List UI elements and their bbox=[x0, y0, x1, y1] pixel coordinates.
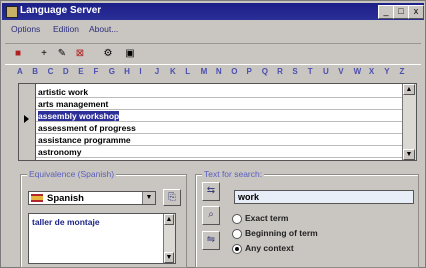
letter-e[interactable]: E bbox=[78, 67, 83, 76]
app-icon bbox=[6, 6, 18, 18]
list-item[interactable]: arts management bbox=[36, 99, 404, 110]
spain-flag-icon bbox=[31, 194, 43, 202]
search-input-value: work bbox=[238, 192, 260, 202]
letter-p[interactable]: P bbox=[247, 67, 252, 76]
delete-icon[interactable]: ⊠ bbox=[73, 47, 87, 61]
radio-indicator bbox=[232, 214, 242, 224]
current-row-pointer-icon bbox=[24, 115, 29, 123]
letter-s[interactable]: S bbox=[292, 67, 297, 76]
list-item-selected[interactable]: assembly workshop bbox=[36, 111, 404, 122]
list-item[interactable]: artistic work bbox=[36, 87, 404, 98]
list-scrollbar[interactable]: ▲ ▼ bbox=[402, 84, 416, 160]
letter-v[interactable]: V bbox=[338, 67, 343, 76]
radio-indicator bbox=[232, 229, 242, 239]
letter-w[interactable]: W bbox=[354, 67, 362, 76]
new-icon[interactable]: + bbox=[37, 47, 51, 61]
letter-t[interactable]: T bbox=[308, 67, 313, 76]
equivalence-group: Equivalence (Spanish) Spanish ▼ ⎘ taller… bbox=[20, 169, 187, 268]
scroll-down-icon[interactable]: ▼ bbox=[403, 149, 415, 160]
radio-indicator bbox=[232, 244, 242, 254]
menu-about[interactable]: About... bbox=[89, 24, 118, 34]
minimize-button[interactable]: _ bbox=[378, 5, 394, 19]
list-item[interactable]: assessment of progress bbox=[36, 123, 404, 134]
letter-d[interactable]: D bbox=[63, 67, 69, 76]
edit-icon[interactable]: ✎ bbox=[55, 47, 69, 61]
search-group: Text for search: ⇆ ⌕ ⇋ work Exact term B… bbox=[195, 169, 419, 268]
letter-h[interactable]: H bbox=[124, 67, 130, 76]
search-label: Text for search: bbox=[202, 169, 265, 179]
scroll-up-icon[interactable]: ▲ bbox=[164, 214, 174, 225]
letter-l[interactable]: L bbox=[185, 67, 190, 76]
list-item[interactable]: assistance programme bbox=[36, 135, 404, 146]
language-server-window: Language Server _ □ x Options Edition Ab… bbox=[0, 0, 426, 268]
language-value: Spanish bbox=[47, 193, 84, 204]
copy-button[interactable]: ⎘ bbox=[163, 189, 181, 206]
exit-icon[interactable]: ■ bbox=[11, 47, 25, 61]
alphabet-bar: AB CDE F GHI J KL MNO P QRS T UV WX Y Z bbox=[17, 67, 417, 79]
terms-list[interactable]: artistic work arts management assembly w… bbox=[18, 83, 417, 161]
letter-f[interactable]: F bbox=[94, 67, 99, 76]
window-icon[interactable]: ▣ bbox=[123, 47, 137, 61]
letter-x[interactable]: X bbox=[369, 67, 374, 76]
row-selector-gutter bbox=[19, 84, 36, 160]
letter-q[interactable]: Q bbox=[262, 67, 268, 76]
letter-i[interactable]: I bbox=[139, 67, 141, 76]
letter-j[interactable]: J bbox=[155, 67, 159, 76]
swap-button[interactable]: ⇋ bbox=[202, 231, 220, 250]
translation-text: taller de montaje bbox=[32, 217, 100, 227]
letter-m[interactable]: M bbox=[201, 67, 208, 76]
search-input[interactable]: work bbox=[234, 190, 414, 204]
equivalence-label: Equivalence (Spanish) bbox=[27, 169, 117, 179]
scroll-down-icon[interactable]: ▼ bbox=[164, 252, 174, 263]
chevron-down-icon[interactable]: ▼ bbox=[142, 192, 155, 204]
radio-exact-term[interactable]: Exact term bbox=[232, 213, 382, 225]
toolbar: ■ + ✎ ⊠ ⚙ ▣ bbox=[5, 43, 421, 65]
letter-c[interactable]: C bbox=[48, 67, 54, 76]
tools-icon[interactable]: ⚙ bbox=[101, 47, 115, 61]
radio-beginning-of-term[interactable]: Beginning of term bbox=[232, 228, 382, 240]
menu-edition[interactable]: Edition bbox=[53, 24, 79, 34]
menu-options[interactable]: Options bbox=[11, 24, 40, 34]
radio-label: Exact term bbox=[245, 213, 289, 223]
radio-label: Beginning of term bbox=[245, 228, 318, 238]
letter-r[interactable]: R bbox=[277, 67, 283, 76]
title-bar[interactable]: Language Server _ □ x bbox=[2, 3, 424, 20]
translation-textarea[interactable]: taller de montaje ▲ ▼ bbox=[28, 213, 176, 264]
radio-label: Any context bbox=[245, 243, 294, 253]
scroll-up-icon[interactable]: ▲ bbox=[403, 84, 415, 95]
letter-y[interactable]: Y bbox=[384, 67, 389, 76]
maximize-button[interactable]: □ bbox=[393, 5, 409, 19]
translate-button[interactable]: ⇆ bbox=[202, 182, 220, 201]
close-button[interactable]: x bbox=[408, 5, 424, 19]
letter-n[interactable]: N bbox=[216, 67, 222, 76]
letter-o[interactable]: O bbox=[231, 67, 237, 76]
radio-any-context[interactable]: Any context bbox=[232, 243, 382, 255]
letter-k[interactable]: K bbox=[170, 67, 176, 76]
language-select[interactable]: Spanish ▼ bbox=[28, 191, 156, 205]
list-item[interactable]: astronomy bbox=[36, 147, 404, 158]
letter-a[interactable]: A bbox=[17, 67, 23, 76]
letter-z[interactable]: Z bbox=[400, 67, 405, 76]
window-title: Language Server bbox=[20, 5, 102, 16]
letter-b[interactable]: B bbox=[32, 67, 38, 76]
letter-u[interactable]: U bbox=[323, 67, 329, 76]
letter-g[interactable]: G bbox=[109, 67, 115, 76]
translation-scrollbar[interactable]: ▲ ▼ bbox=[163, 214, 175, 263]
search-button[interactable]: ⌕ bbox=[202, 206, 220, 225]
